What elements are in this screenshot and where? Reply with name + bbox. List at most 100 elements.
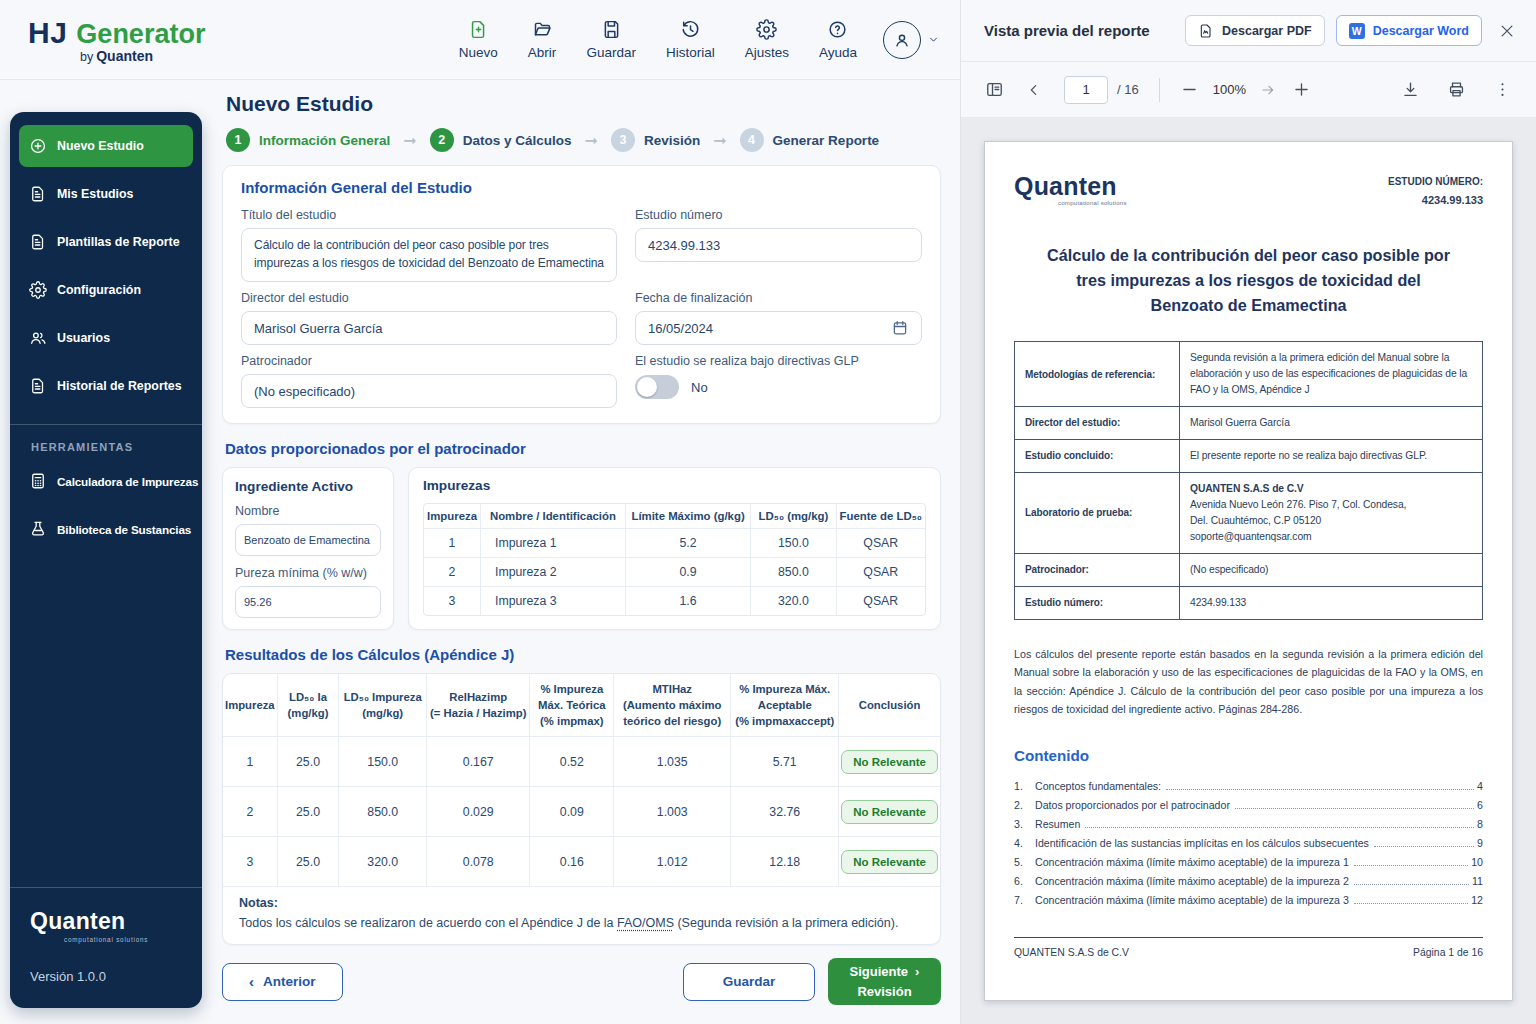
close-preview-button[interactable] (1498, 22, 1516, 40)
page-number-input[interactable]: 1 (1064, 76, 1108, 104)
sidebar-item-biblioteca[interactable]: Biblioteca de Sustancias (19, 508, 193, 550)
impurities-card: Impurezas Impureza Nombre / Identificaci… (408, 467, 941, 630)
fit-width-button[interactable] (1260, 82, 1276, 98)
tools-heading: HERRAMIENTAS (31, 441, 202, 453)
report-footer: QUANTEN S.A.S de C.V Página 1 de 16 (1014, 937, 1483, 958)
nav-ayuda[interactable]: Ayuda (819, 19, 857, 60)
impurities-title: Impurezas (423, 478, 926, 493)
zoom-level: 100% (1213, 82, 1246, 97)
main-content: Nuevo Estudio 1 Información General ➞ 2 … (222, 88, 941, 1005)
preview-title: Vista previa del reporte (984, 22, 1174, 39)
descargar-pdf-button[interactable]: Descargar PDF (1185, 15, 1325, 46)
zoom-in-button[interactable] (1292, 80, 1311, 99)
sidebar-item-plantillas[interactable]: Plantillas de Reporte (19, 221, 193, 263)
gear-icon (756, 19, 777, 40)
director-input[interactable]: Marisol Guerra García (241, 311, 617, 345)
numero-input[interactable]: 4234.99.133 (635, 228, 922, 262)
pdf-file-icon (1198, 23, 1214, 39)
plus-circle-icon (29, 137, 47, 155)
more-options-button[interactable] (1493, 80, 1512, 99)
fecha-label: Fecha de finalización (635, 291, 922, 305)
table-row: 2 25.0 850.0 0.029 0.09 1.003 32.76 No R… (223, 787, 940, 837)
nombre-input[interactable]: Benzoato de Emamectina (235, 524, 381, 556)
fao-oms-link[interactable]: FAO/OMS (617, 916, 674, 930)
calendar-icon[interactable] (891, 319, 909, 337)
history-icon (680, 19, 701, 40)
anterior-button[interactable]: ‹Anterior (222, 963, 343, 1001)
toc: 1.Conceptos fundamentales:4 2.Datos prop… (1014, 777, 1483, 909)
toc-item: 6.Concentración máxima (límite máximo ac… (1014, 872, 1483, 891)
toc-item: 7.Concentración máxima (límite máximo ac… (1014, 891, 1483, 910)
siguiente-button[interactable]: Siguiente› Revisión (828, 958, 941, 1005)
glp-state: No (691, 380, 708, 395)
glp-label: El estudio se realiza bajo directivas GL… (635, 354, 922, 368)
table-row: 3 25.0 320.0 0.078 0.16 1.012 12.18 No R… (223, 837, 940, 887)
report-body-paragraph: Los cálculos del presente reporte están … (1014, 645, 1483, 719)
printer-icon (1447, 80, 1466, 99)
logo-generator: Generator (76, 19, 205, 50)
user-menu[interactable] (883, 21, 940, 59)
zoom-out-button[interactable] (1180, 80, 1199, 99)
table-row: 2 Impureza 2 0.9 850.0 QSAR (424, 558, 925, 587)
step-generar-reporte[interactable]: 4 Generar Reporte (740, 128, 880, 152)
sidebar-item-calculadora[interactable]: Calculadora de Impurezas (19, 460, 193, 502)
status-badge: No Relevante (841, 800, 938, 824)
print-button[interactable] (1447, 80, 1466, 99)
sponsor-section-heading: Datos proporcionados por el patrocinador (225, 440, 941, 457)
step-datos-calculos[interactable]: 2 Datos y Cálculos (430, 128, 572, 152)
titulo-input[interactable]: Cálculo de la contribución del peor caso… (241, 228, 617, 282)
sidebar-item-configuracion[interactable]: Configuración (19, 269, 193, 311)
nav-abrir[interactable]: Abrir (528, 19, 557, 60)
logo-hj: HJ (28, 16, 67, 50)
toggle-knob (637, 377, 657, 397)
nav-historial[interactable]: Historial (666, 19, 715, 60)
help-icon (827, 19, 848, 40)
pureza-input[interactable]: 95.26 (235, 586, 381, 618)
patrocinador-input[interactable]: (No especificado) (241, 374, 617, 408)
step-informacion-general[interactable]: 1 Información General (226, 128, 390, 152)
notes-text: Todos los cálculos se realizaron de acue… (239, 916, 924, 930)
save-icon (601, 19, 622, 40)
pureza-label: Pureza mínima (% w/w) (235, 566, 381, 580)
top-nav: Nuevo Abrir Guardar Historial Ajustes Ay… (459, 19, 857, 60)
fecha-input[interactable]: 16/05/2024 (635, 311, 922, 345)
prev-page-button[interactable] (1026, 82, 1042, 98)
download-button[interactable] (1401, 80, 1420, 99)
descargar-word-button[interactable]: WDescargar Word (1336, 15, 1482, 46)
sidebar-item-usuarios[interactable]: Usuarios (19, 317, 193, 359)
nav-guardar[interactable]: Guardar (586, 19, 636, 60)
sidebar-item-nuevo-estudio[interactable]: Nuevo Estudio (19, 125, 193, 167)
results-section-heading: Resultados de los Cálculos (Apéndice J) (225, 646, 941, 663)
nav-nuevo[interactable]: Nuevo (459, 19, 498, 60)
thumbnails-toggle[interactable] (985, 80, 1004, 99)
chevron-down-icon (927, 33, 940, 46)
sidebar-brand-tagline: computational solutions (64, 936, 182, 943)
step-revision[interactable]: 3 Revisión (611, 128, 700, 152)
sidebar-item-historial-reportes[interactable]: Historial de Reportes (19, 365, 193, 407)
director-label: Director del estudio (241, 291, 617, 305)
patrocinador-label: Patrocinador (241, 354, 617, 368)
pdf-viewer[interactable]: Quanten computational solutions ESTUDIO … (961, 118, 1536, 1024)
preview-header: Vista previa del reporte Descargar PDF W… (961, 0, 1536, 62)
nav-ajustes[interactable]: Ajustes (745, 19, 789, 60)
toc-item: 4.Identificación de las sustancias implí… (1014, 834, 1483, 853)
results-card: Impureza LD₅₀ Ia (mg/kg) LD₅₀ Impureza (… (222, 673, 941, 945)
status-badge: No Relevante (841, 850, 938, 874)
sidebar-item-mis-estudios[interactable]: Mis Estudios (19, 173, 193, 215)
guardar-button[interactable]: Guardar (683, 963, 815, 1001)
app-version: Versión 1.0.0 (30, 969, 182, 984)
close-icon (1498, 22, 1516, 40)
sidebar-brand-logo: Quanten (30, 908, 182, 935)
app-logo: HJ Generator byQuanten (28, 16, 205, 64)
calculator-icon (29, 472, 47, 490)
numero-label: Estudio número (635, 208, 922, 222)
titulo-label: Título del estudio (241, 208, 617, 222)
nombre-label: Nombre (235, 504, 381, 518)
avatar (883, 21, 921, 59)
glp-toggle[interactable] (635, 375, 679, 399)
report-title: Cálculo de la contribución del peor caso… (1038, 243, 1459, 318)
app-header: HJ Generator byQuanten Nuevo Abrir Guard… (0, 0, 960, 80)
toc-item: 1.Conceptos fundamentales:4 (1014, 777, 1483, 796)
word-icon: W (1349, 23, 1365, 39)
flask-icon (29, 520, 47, 538)
